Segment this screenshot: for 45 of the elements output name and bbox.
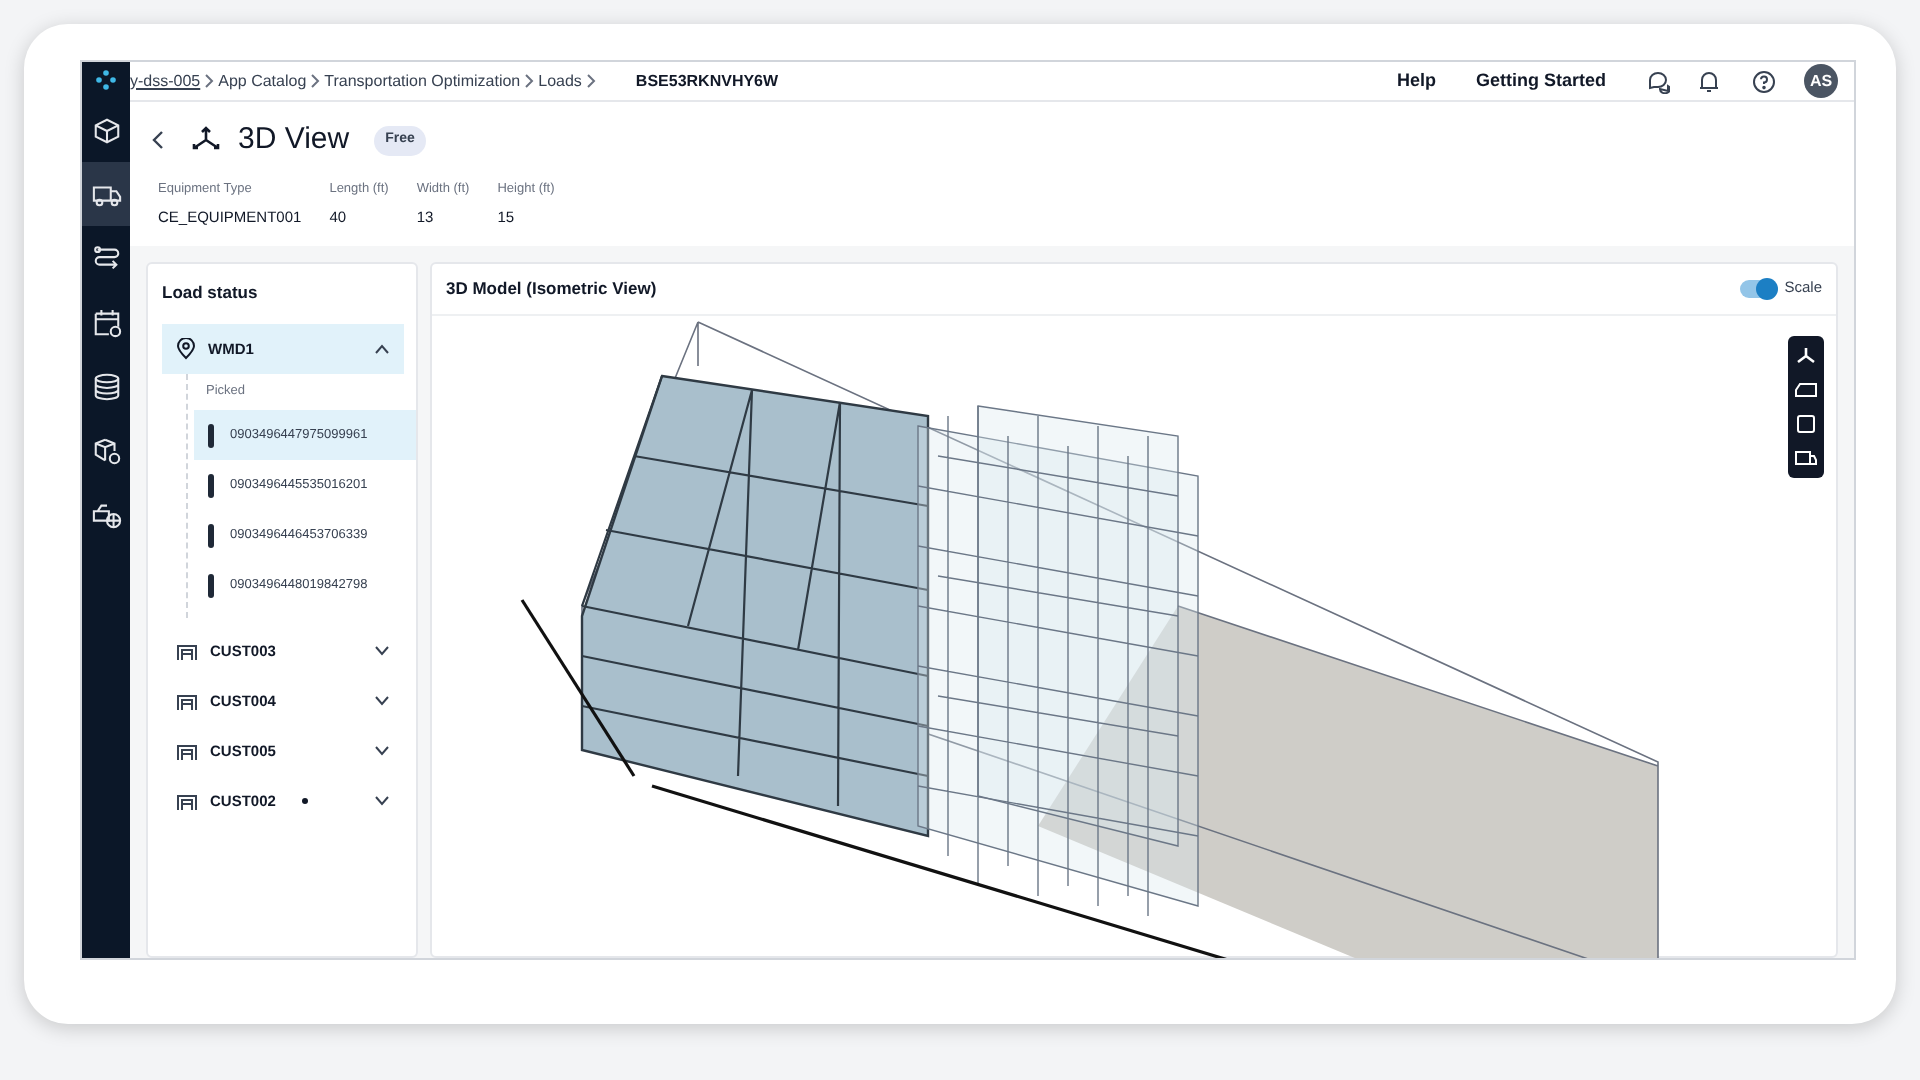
calendar-icon [91,307,121,337]
chevron-right-icon [310,74,321,88]
warehouse-icon [176,641,198,661]
nav-item[interactable] [82,162,130,226]
database-icon [91,371,121,401]
chevron-down-icon [374,746,390,756]
chevron-up-icon [374,344,390,355]
scale-toggle[interactable] [1740,279,1777,297]
chevron-down-icon [374,796,390,806]
warehouse-icon [176,691,198,711]
chevron-right-icon [585,74,596,88]
help-icon[interactable] [1752,69,1776,93]
truck-globe-icon [91,499,121,529]
box-icon [91,115,121,145]
item-bar-icon [208,573,214,597]
chevron-right-icon [204,74,215,88]
breadcrumb-link[interactable]: App Catalog [218,69,307,93]
bell-icon[interactable] [1698,69,1720,93]
item-bar-icon [208,523,214,547]
location-pin-icon [176,338,196,361]
warehouse-icon [176,791,198,811]
truck-side-icon[interactable] [1794,447,1818,467]
chevron-down-icon [374,646,390,656]
item-bar-icon [208,423,214,447]
logo-icon[interactable] [96,70,116,90]
square-icon[interactable] [1796,413,1816,433]
breadcrumb-link[interactable]: Transportation Optimization [324,69,521,93]
chevron-right-icon [524,74,535,88]
breadcrumb-link[interactable]: Loads [538,69,582,93]
header-link[interactable]: Getting Started [1475,67,1606,95]
back-icon[interactable] [150,130,166,151]
header-link[interactable]: Help [1396,67,1436,95]
route-icon [91,243,121,273]
panel-title: 3D Model (Isometric View) [446,275,657,301]
breadcrumb-current: BSE53RKNVHY6W [635,69,779,93]
panel-title: Load status [160,279,260,305]
page-title: 3D View [238,120,350,160]
user-avatar[interactable]: AS [1804,64,1838,98]
breadcrumb-link[interactable]: y-dss-005 [130,69,201,93]
axes-icon[interactable] [1796,345,1816,365]
item-bar-icon [208,473,214,497]
chevron-down-icon [374,696,390,706]
warehouse-icon [176,741,198,761]
chat-icon[interactable] [1646,69,1670,93]
box-gear-icon [91,435,121,465]
